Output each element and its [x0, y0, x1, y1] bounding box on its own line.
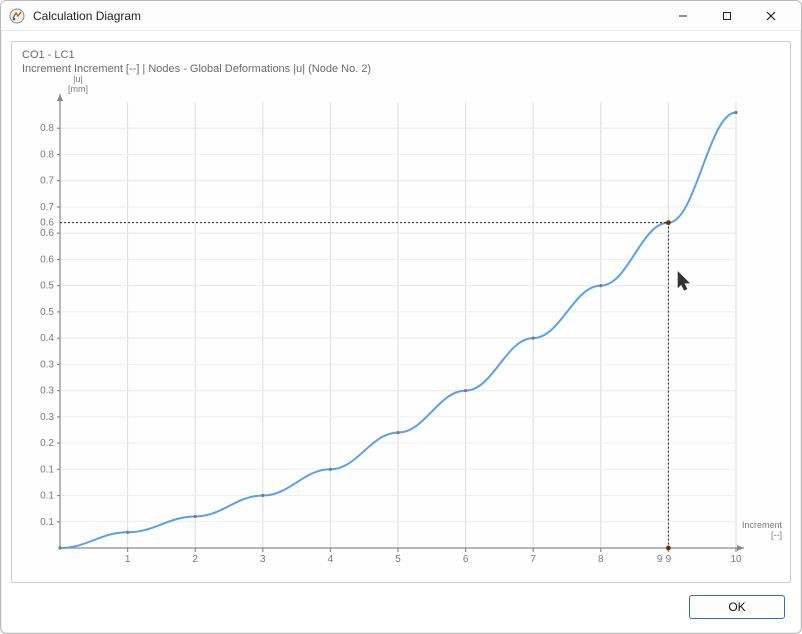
x-axis-arrow — [737, 545, 744, 551]
data-point — [734, 111, 737, 114]
y-tick-label: 0.3 — [40, 386, 54, 397]
x-tick-label: 7 — [530, 554, 536, 565]
x-tick-label: 9 — [666, 554, 672, 565]
footer: OK — [1, 589, 801, 633]
y-tick-label: 0.7 — [40, 176, 54, 187]
data-point — [396, 431, 399, 434]
y-tick-label: 0.1 — [40, 491, 54, 502]
y-tick-label: 0.6 — [40, 254, 54, 265]
app-icon — [9, 8, 25, 24]
y-tick-label: 0.3 — [40, 359, 54, 370]
x-tick-label: 8 — [598, 554, 604, 565]
y-tick-label: 0.3 — [40, 412, 54, 423]
data-point — [464, 389, 467, 392]
close-button[interactable] — [749, 2, 793, 30]
y-tick-label: 0.5 — [40, 281, 54, 292]
x-tick-label: 2 — [192, 554, 198, 565]
y-tick-label: 0.1 — [40, 517, 54, 528]
title-bar: Calculation Diagram — [1, 1, 801, 31]
y-tick-label: 0.7 — [40, 202, 54, 213]
y-tick-label: 0.4 — [40, 333, 54, 344]
x-tick-label: 6 — [463, 554, 469, 565]
y-tick-label: 0.1 — [40, 464, 54, 475]
window-title: Calculation Diagram — [33, 9, 141, 23]
data-point — [532, 337, 535, 340]
content-area: CO1 - LC1 Increment Increment [--] | Nod… — [1, 31, 801, 633]
data-point — [599, 284, 602, 287]
y-axis-label: |u| — [73, 74, 83, 84]
data-point — [329, 468, 332, 471]
y-axis-arrow — [57, 94, 63, 101]
y-tick-label: 0.6 — [40, 228, 54, 239]
dialog-window: Calculation Diagram CO1 - LC1 Increment … — [0, 0, 802, 634]
maximize-button[interactable] — [705, 2, 749, 30]
y-tick-label: 0.8 — [40, 149, 54, 160]
grid-major — [60, 102, 736, 548]
highlight-point-bottom — [666, 546, 671, 551]
data-point — [194, 515, 197, 518]
cursor-icon — [678, 273, 688, 290]
highlight-x-label: 9 — [657, 554, 663, 565]
y-tick-label: 0.5 — [40, 307, 54, 318]
y-tick-label: 0.8 — [40, 123, 54, 134]
data-point — [58, 546, 61, 549]
x-tick-label: 10 — [730, 554, 742, 565]
y-tick-label: 0.2 — [40, 438, 54, 449]
x-tick-label: 3 — [260, 554, 266, 565]
minimize-button[interactable] — [661, 2, 705, 30]
chart-panel: CO1 - LC1 Increment Increment [--] | Nod… — [11, 41, 791, 583]
x-tick-label: 5 — [395, 554, 401, 565]
highlight-y-label: 0.6 — [40, 218, 54, 229]
data-point — [261, 494, 264, 497]
x-axis-label: Increment — [742, 520, 783, 530]
x-axis-unit: [--] — [771, 530, 782, 540]
x-tick-label: 4 — [328, 554, 334, 565]
y-axis-unit: [mm] — [68, 84, 88, 94]
data-point — [126, 531, 129, 534]
ok-button[interactable]: OK — [689, 595, 785, 619]
chart-svg: 1 2 3 4 5 6 7 8 9 10 0.1 0.1 0.1 0.2 0.3 0.3 0.3 0.4 0.5 0.… — [12, 42, 790, 582]
highlight-point-top — [666, 220, 671, 225]
x-tick-label: 1 — [125, 554, 131, 565]
